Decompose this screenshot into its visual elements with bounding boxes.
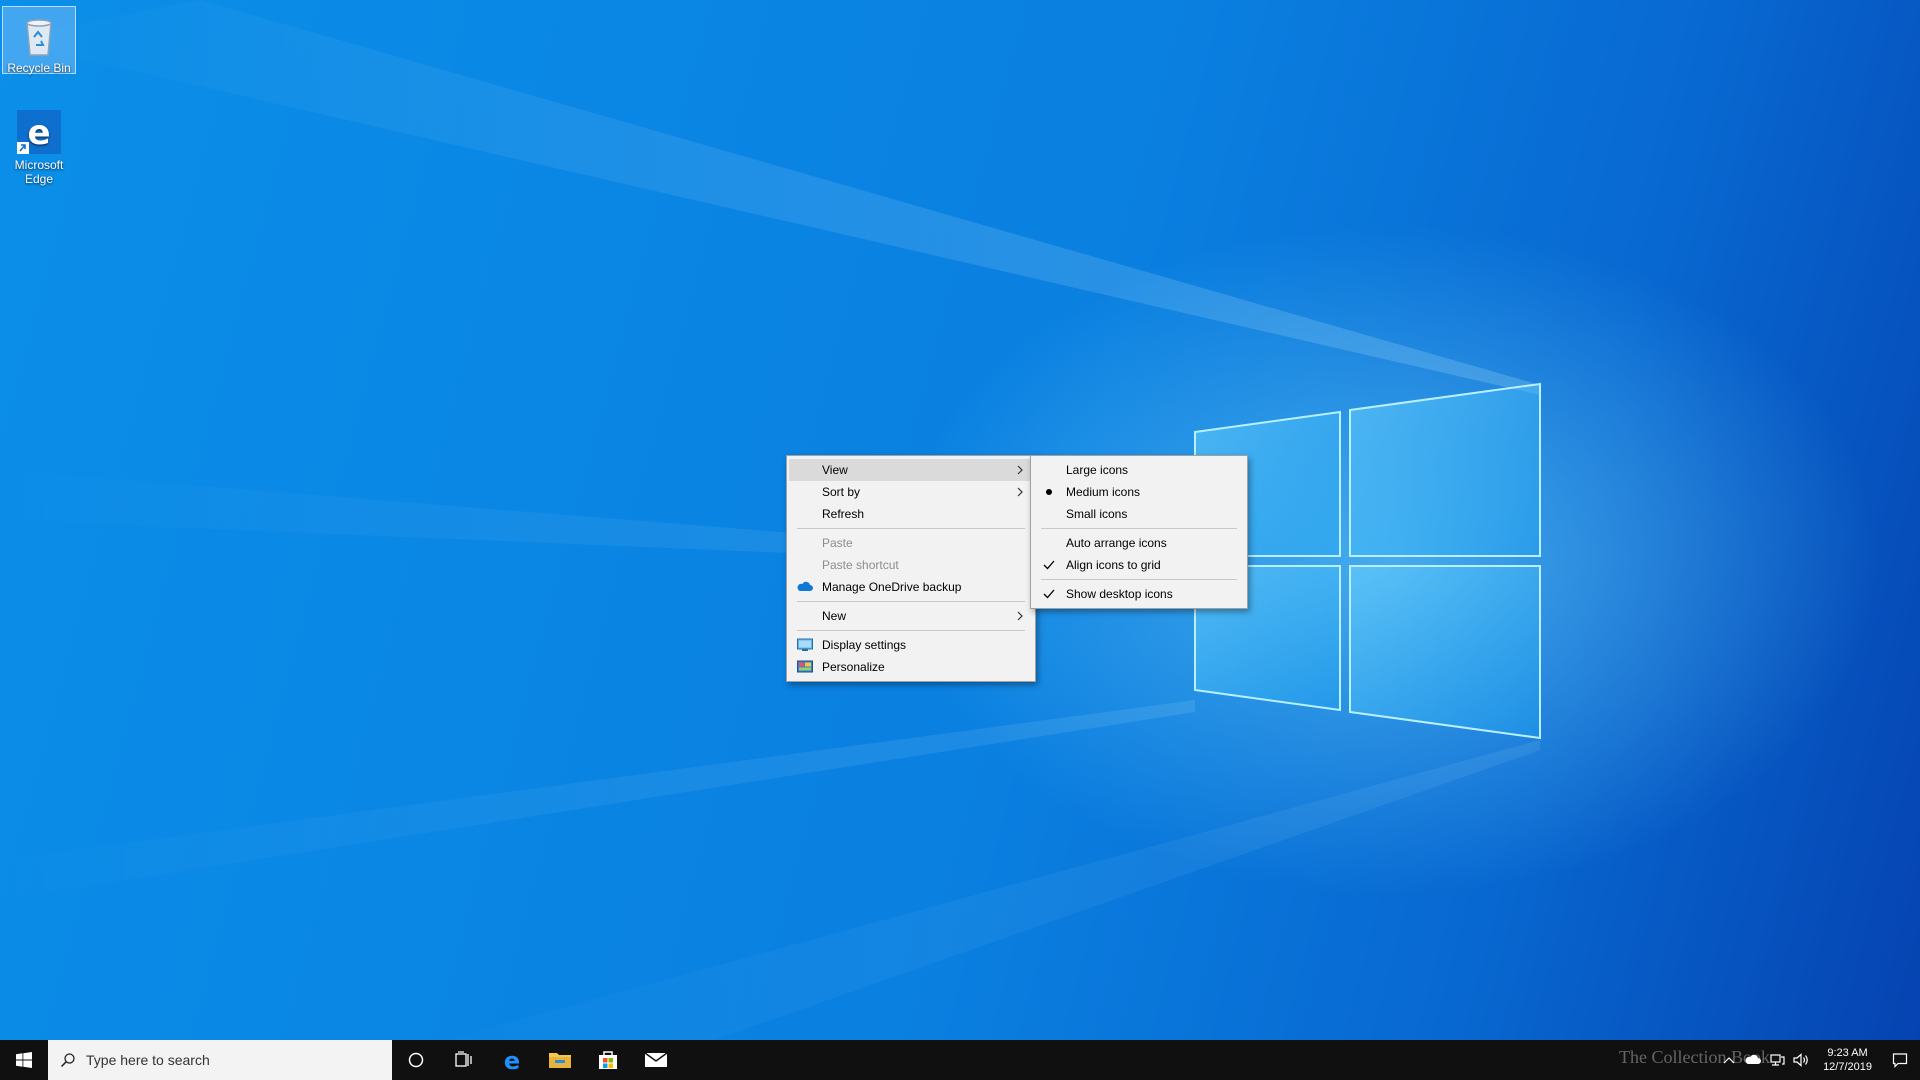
edge-icon: e <box>15 108 63 156</box>
menu-item-medium-icons[interactable]: Medium icons <box>1033 481 1245 503</box>
clock-time: 9:23 AM <box>1827 1047 1868 1059</box>
menu-item-show-desktop-icons[interactable]: Show desktop icons <box>1033 583 1245 605</box>
volume-icon <box>1793 1053 1808 1067</box>
search-icon <box>60 1053 75 1068</box>
task-view-icon <box>455 1051 472 1067</box>
checkmark-icon <box>1043 560 1055 570</box>
menu-item-label: New <box>822 609 847 623</box>
chevron-right-icon <box>1017 611 1023 621</box>
menu-item-label: Personalize <box>822 660 885 674</box>
svg-text:e: e <box>27 113 50 153</box>
svg-text:e: e <box>504 1048 520 1072</box>
menu-item-small-icons[interactable]: Small icons <box>1033 503 1245 525</box>
desktop-icon-label: Recycle Bin <box>7 61 71 75</box>
menu-item-manage-onedrive-backup[interactable]: Manage OneDrive backup <box>789 576 1033 598</box>
menu-item-label: Sort by <box>822 485 861 499</box>
watermark-text: The Collection Book <box>1619 1047 1770 1067</box>
menu-separator <box>1041 528 1237 529</box>
personalize-icon <box>797 660 813 673</box>
network-icon <box>1770 1054 1785 1066</box>
edge-icon: e <box>504 1048 520 1072</box>
menu-item-view[interactable]: View <box>789 459 1033 481</box>
menu-item-label: Medium icons <box>1066 485 1141 499</box>
cortana-icon <box>408 1052 424 1068</box>
menu-item-label: View <box>822 463 848 477</box>
action-center-button[interactable] <box>1880 1040 1920 1080</box>
desktop-icon-label: Microsoft Edge <box>14 158 64 186</box>
menu-item-paste-shortcut[interactable]: Paste shortcut <box>789 554 1033 576</box>
mail-icon <box>644 1052 668 1067</box>
clock-date: 12/7/2019 <box>1823 1061 1872 1073</box>
taskbar-app-edge[interactable]: e <box>488 1040 536 1080</box>
menu-item-label: Auto arrange icons <box>1066 536 1167 550</box>
menu-item-personalize[interactable]: Personalize <box>789 656 1033 678</box>
menu-item-new[interactable]: New <box>789 605 1033 627</box>
menu-item-label: Large icons <box>1066 463 1129 477</box>
menu-item-label: Show desktop icons <box>1066 587 1173 601</box>
chevron-right-icon <box>1017 487 1023 497</box>
desktop-context-menu: View Sort by Refresh Paste Paste shortcu… <box>786 455 1036 682</box>
start-button[interactable] <box>0 1040 48 1080</box>
task-view-button[interactable] <box>440 1040 488 1080</box>
menu-item-label: Display settings <box>822 638 907 652</box>
chevron-right-icon <box>1017 465 1023 475</box>
menu-separator <box>797 601 1025 602</box>
menu-item-label: Paste shortcut <box>822 558 899 572</box>
menu-item-refresh[interactable]: Refresh <box>789 503 1033 525</box>
menu-separator <box>797 528 1025 529</box>
recycle-bin-icon <box>15 11 63 59</box>
taskbar-search-box[interactable]: Type here to search <box>48 1040 392 1080</box>
search-placeholder: Type here to search <box>86 1052 210 1068</box>
display-icon <box>797 638 813 651</box>
menu-item-label: Paste <box>822 536 853 550</box>
file-explorer-icon <box>549 1053 571 1068</box>
menu-separator <box>797 630 1025 631</box>
menu-separator <box>1041 579 1237 580</box>
notification-icon <box>1892 1053 1908 1068</box>
menu-item-label: Small icons <box>1066 507 1128 521</box>
taskbar-app-mail[interactable] <box>632 1040 680 1080</box>
menu-item-sort-by[interactable]: Sort by <box>789 481 1033 503</box>
menu-item-large-icons[interactable]: Large icons <box>1033 459 1245 481</box>
store-icon <box>599 1051 617 1069</box>
menu-item-label: Align icons to grid <box>1066 558 1161 572</box>
desktop-icon-recycle-bin[interactable]: Recycle Bin <box>2 6 76 75</box>
taskbar-app-store[interactable] <box>584 1040 632 1080</box>
windows-start-icon <box>16 1052 32 1068</box>
taskbar-clock[interactable]: 9:23 AM 12/7/2019 <box>1815 1046 1880 1074</box>
menu-item-auto-arrange-icons[interactable]: Auto arrange icons <box>1033 532 1245 554</box>
cortana-button[interactable] <box>392 1040 440 1080</box>
bullet-icon <box>1046 489 1052 495</box>
view-submenu: Large icons Medium icons Small icons Aut… <box>1030 455 1248 609</box>
volume-tray-button[interactable] <box>1789 1040 1815 1080</box>
menu-item-display-settings[interactable]: Display settings <box>789 634 1033 656</box>
onedrive-icon <box>797 581 813 591</box>
desktop-icon-microsoft-edge[interactable]: e Microsoft Edge <box>2 104 76 190</box>
menu-item-label: Manage OneDrive backup <box>822 580 962 594</box>
menu-item-label: Refresh <box>822 507 865 521</box>
menu-item-align-icons-to-grid[interactable]: Align icons to grid <box>1033 554 1245 576</box>
menu-item-paste[interactable]: Paste <box>789 532 1033 554</box>
checkmark-icon <box>1043 589 1055 599</box>
taskbar-app-file-explorer[interactable] <box>536 1040 584 1080</box>
